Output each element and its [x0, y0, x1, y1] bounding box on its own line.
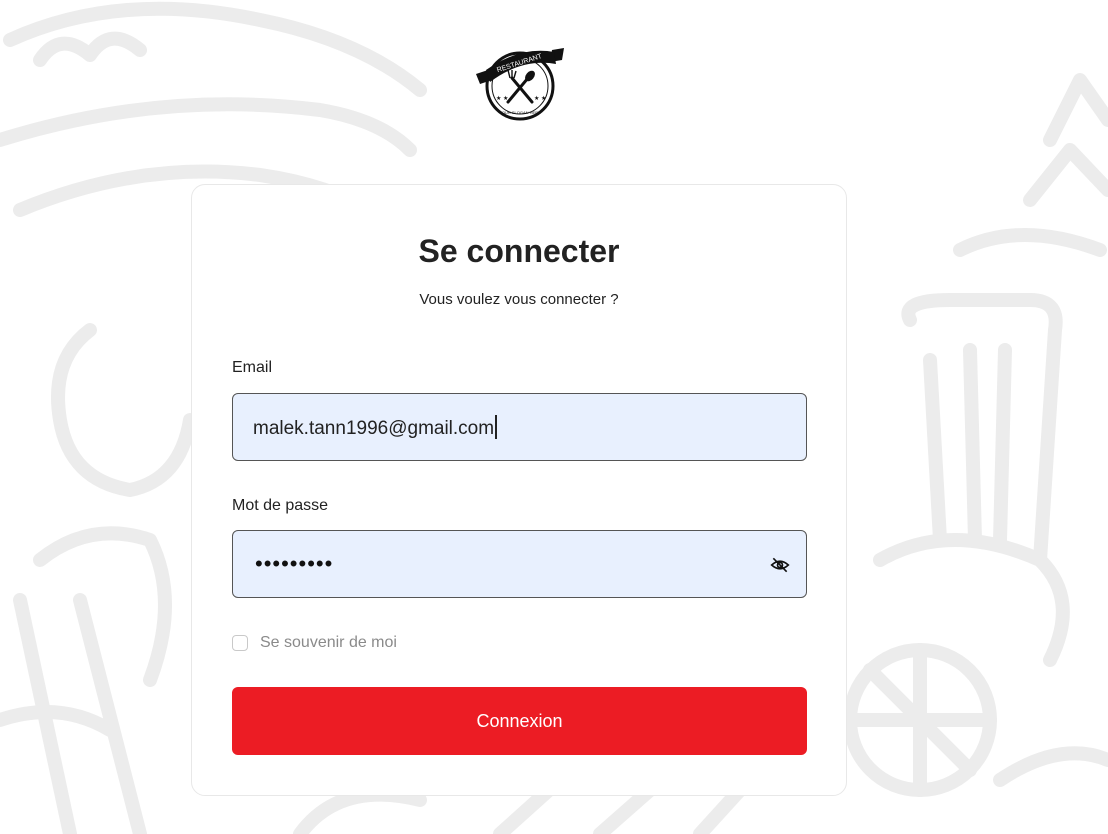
password-field[interactable]: ••••••••• [232, 530, 807, 598]
svg-text:★ ★: ★ ★ [534, 95, 546, 102]
login-submit-button[interactable]: Connexion [232, 687, 807, 755]
remember-me-label[interactable]: Se souvenir de moi [260, 634, 397, 652]
remember-me-checkbox[interactable] [232, 635, 248, 651]
page-subtitle: Vous voulez vous connecter ? [419, 291, 619, 308]
page-title: Se connecter [418, 233, 620, 269]
remember-me[interactable]: Se souvenir de moi [232, 631, 397, 655]
login-card: Se connecter Vous voulez vous connecter … [191, 184, 847, 796]
email-label: Email [232, 359, 273, 376]
email-field-value[interactable]: malek.tann1996@gmail.com [253, 415, 498, 440]
eye-off-icon[interactable] [770, 555, 790, 575]
email-field[interactable]: malek.tann1996@gmail.com [232, 393, 807, 461]
text-caret [495, 415, 498, 439]
logo-slogan-text: YOUR SLOGAN HERE [499, 110, 541, 115]
svg-text:★ ★: ★ ★ [496, 95, 508, 102]
password-label: Mot de passe [232, 497, 329, 514]
restaurant-logo: RESTAURANT ★ ★ ★ ★ YOUR SLOGAN HERE [476, 48, 564, 121]
password-field-value[interactable]: ••••••••• [255, 551, 333, 577]
